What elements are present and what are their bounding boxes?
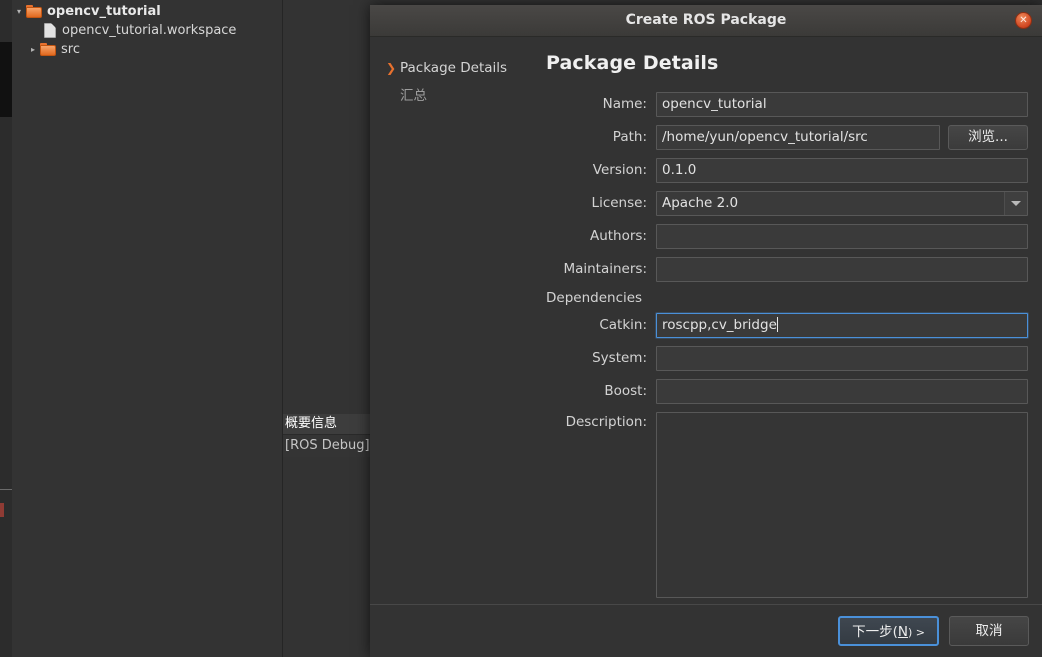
left-gutter-error-marker: [0, 503, 4, 517]
create-ros-package-dialog: Create ROS Package ✕ ❯ Package Details ❯…: [370, 5, 1042, 657]
browse-button[interactable]: 浏览...: [948, 125, 1028, 150]
system-label: System:: [592, 350, 647, 366]
form-row-catkin: Catkin: roscpp,cv_bridge: [546, 313, 1028, 338]
boost-input[interactable]: [656, 379, 1028, 404]
form-row-license: License: Apache 2.0: [546, 191, 1028, 216]
version-label: Version:: [592, 162, 647, 178]
tree-item-label: opencv_tutorial.workspace: [62, 23, 237, 38]
form-row-boost: Boost:: [546, 379, 1028, 404]
cancel-button[interactable]: 取消: [949, 616, 1029, 646]
left-edge-gutter: [0, 0, 12, 657]
authors-input[interactable]: [656, 224, 1028, 249]
license-select[interactable]: Apache 2.0: [656, 191, 1028, 216]
tree-row[interactable]: ▾ opencv_tutorial: [12, 2, 282, 21]
version-input[interactable]: 0.1.0: [656, 158, 1028, 183]
chevron-right-icon[interactable]: ▸: [26, 45, 40, 54]
form-row-authors: Authors:: [546, 224, 1028, 249]
maintainers-label: Maintainers:: [563, 261, 647, 277]
close-icon[interactable]: ✕: [1015, 12, 1032, 29]
path-label: Path:: [612, 129, 647, 145]
boost-label: Boost:: [604, 383, 647, 399]
path-input[interactable]: /home/yun/opencv_tutorial/src: [656, 125, 940, 150]
nav-item-label: 汇总: [400, 88, 427, 104]
summary-popup-title: 概要信息: [283, 414, 375, 435]
summary-popup: 概要信息 [ROS Debug]: [283, 414, 375, 457]
next-button-mnemonic: N: [897, 624, 908, 640]
dialog-footer: 下一步(N) > 取消: [370, 604, 1042, 657]
nav-item-label: Package Details: [400, 60, 508, 76]
catkin-input[interactable]: roscpp,cv_bridge: [656, 313, 1028, 338]
form-row-system: System:: [546, 346, 1028, 371]
next-button-suffix: ) >: [907, 626, 925, 639]
dialog-body: ❯ Package Details ❯ 汇总 Package Details N…: [370, 37, 1042, 605]
catkin-label: Catkin:: [599, 317, 647, 333]
chevron-right-icon: ❯: [386, 61, 397, 75]
name-label: Name:: [602, 96, 647, 112]
dependencies-section-label: Dependencies: [546, 290, 643, 306]
form-row-description: Description:: [546, 412, 1028, 598]
chevron-down-icon[interactable]: [1004, 192, 1027, 215]
form-row-maintainers: Maintainers:: [546, 257, 1028, 282]
dialog-content: Package Details Name: opencv_tutorial Pa…: [537, 37, 1042, 605]
description-textarea[interactable]: [656, 412, 1028, 598]
license-selected-value: Apache 2.0: [662, 195, 739, 211]
left-gutter-separator: [0, 489, 12, 490]
dialog-titlebar[interactable]: Create ROS Package ✕: [370, 5, 1042, 37]
folder-icon: [40, 43, 56, 56]
tree-row[interactable]: ▸ src: [12, 40, 282, 59]
text-caret: [776, 317, 778, 332]
tree-item-label: opencv_tutorial: [47, 4, 161, 19]
form-row-path: Path: /home/yun/opencv_tutorial/src 浏览..…: [546, 125, 1028, 150]
file-icon: [44, 23, 56, 38]
form-row-name: Name: opencv_tutorial: [546, 92, 1028, 117]
next-button[interactable]: 下一步(N) >: [838, 616, 939, 646]
tree-item-label: src: [61, 42, 80, 57]
left-gutter-scroll-thumb[interactable]: [0, 42, 12, 117]
tree-row[interactable]: opencv_tutorial.workspace: [12, 21, 282, 40]
license-label: License:: [591, 195, 647, 211]
name-input[interactable]: opencv_tutorial: [656, 92, 1028, 117]
next-button-prefix: 下一步(: [852, 624, 898, 640]
project-tree-panel[interactable]: ▾ opencv_tutorial opencv_tutorial.worksp…: [12, 0, 282, 657]
authors-label: Authors:: [589, 228, 647, 244]
nav-item-summary[interactable]: ❯ 汇总: [370, 81, 537, 107]
dialog-title: Create ROS Package: [625, 12, 787, 28]
folder-icon: [26, 5, 42, 18]
description-label: Description:: [565, 414, 647, 430]
summary-popup-text: [ROS Debug]: [285, 438, 370, 453]
dialog-nav: ❯ Package Details ❯ 汇总: [370, 37, 537, 605]
page-title: Package Details: [546, 52, 719, 74]
panel-divider[interactable]: [282, 0, 283, 657]
maintainers-input[interactable]: [656, 257, 1028, 282]
catkin-input-value: roscpp,cv_bridge: [662, 317, 777, 333]
system-input[interactable]: [656, 346, 1028, 371]
chevron-down-icon[interactable]: ▾: [12, 7, 26, 16]
nav-item-package-details[interactable]: ❯ Package Details: [370, 55, 537, 81]
chevron-right-icon: ❯: [386, 88, 400, 100]
form-row-version: Version: 0.1.0: [546, 158, 1028, 183]
